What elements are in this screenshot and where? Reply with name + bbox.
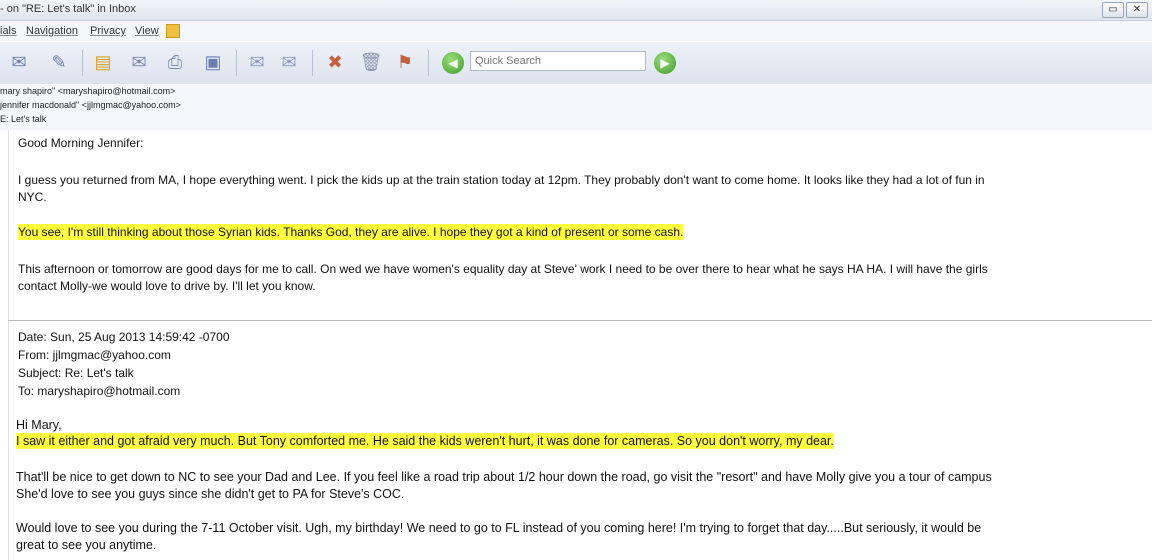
quoted-greeting: Hi Mary, xyxy=(16,418,62,432)
folder-icon[interactable] xyxy=(166,24,180,38)
reply-greeting: Good Morning Jennifer: xyxy=(18,136,144,150)
junk-icon[interactable]: ✖ xyxy=(322,49,348,75)
forward-all-icon[interactable]: ✉ xyxy=(276,49,302,75)
menu-view[interactable]: View xyxy=(135,25,159,37)
reply-paragraph-2-line-2: contact Molly-we would love to drive by.… xyxy=(18,279,316,293)
header-to: jennifer macdonald" <jjlmgmac@yahoo.com> xyxy=(0,100,181,110)
quoted-date: Date: Sun, 25 Aug 2013 14:59:42 -0700 xyxy=(18,330,230,344)
quoted-paragraph-2-line-1: Would love to see you during the 7-11 Oc… xyxy=(16,521,982,535)
quoted-paragraph-2-line-2: great to see you anytime. xyxy=(16,538,157,552)
delete-icon[interactable]: 🗑 xyxy=(358,49,384,75)
write-icon[interactable]: ✉ xyxy=(6,49,32,75)
read-icon[interactable]: ✉ xyxy=(126,49,152,75)
quoted-highlight: I saw it either and got afraid very much… xyxy=(16,433,834,449)
back-icon[interactable]: ◀ xyxy=(442,52,464,74)
quoted-paragraph-1-line-1: That'll be nice to get down to NC to see… xyxy=(16,470,992,484)
address-book-icon[interactable]: ✎ xyxy=(46,49,72,75)
quote-divider xyxy=(8,320,1152,321)
tag-icon[interactable]: ⚑ xyxy=(392,49,418,75)
print-icon[interactable]: ⎙ xyxy=(162,49,188,75)
reply-icon[interactable]: ▤ xyxy=(90,49,116,75)
reply-paragraph-1-line-1: I guess you returned from MA, I hope eve… xyxy=(18,173,985,187)
close-button[interactable]: ✕ xyxy=(1126,2,1148,18)
menu-tools[interactable]: ials xyxy=(0,25,17,37)
header-from: mary shapiro" <maryshapiro@hotmail.com> xyxy=(0,86,176,96)
quoted-from: From: jjlmgmac@yahoo.com xyxy=(18,348,171,362)
header-subject: E: Let's talk xyxy=(0,114,47,124)
reply-highlight: You see, I'm still thinking about those … xyxy=(18,224,684,240)
search-input[interactable] xyxy=(470,51,646,71)
highlighted-text: I saw it either and got afraid very much… xyxy=(16,433,834,449)
quoted-to: To: maryshapiro@hotmail.com xyxy=(18,384,181,398)
highlighted-text: You see, I'm still thinking about those … xyxy=(18,224,684,240)
reply-paragraph-2-line-1: This afternoon or tomorrow are good days… xyxy=(18,262,988,276)
restore-button[interactable]: ▭ xyxy=(1102,2,1124,18)
forward-icon[interactable]: ✉ xyxy=(244,49,270,75)
window-title: - on "RE: Let's talk" in Inbox xyxy=(0,3,136,15)
save-icon[interactable]: ▣ xyxy=(200,49,226,75)
reply-paragraph-1-line-2: NYC. xyxy=(18,190,47,204)
go-icon[interactable]: ▶ xyxy=(654,52,676,74)
menu-privacy[interactable]: Privacy xyxy=(90,25,126,37)
quoted-paragraph-1-line-2: She'd love to see you guys since she did… xyxy=(16,487,405,501)
menu-navigation[interactable]: Navigation xyxy=(26,25,78,37)
title-bar: - on "RE: Let's talk" in Inbox ▭ ✕ xyxy=(0,0,1152,21)
menu-bar: ials Navigation Privacy View xyxy=(0,21,1152,41)
quote-margin xyxy=(8,130,9,560)
quoted-subject: Subject: Re: Let's talk xyxy=(18,366,134,380)
